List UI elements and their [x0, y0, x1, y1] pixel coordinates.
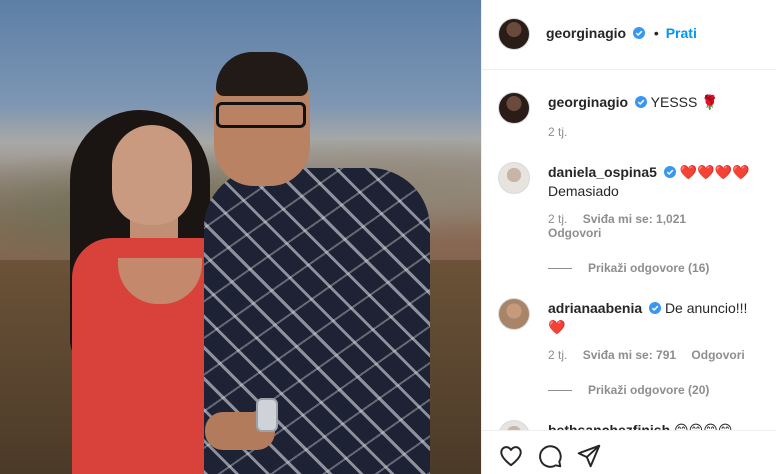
comment-icon[interactable]: [537, 443, 563, 469]
comment-text: adrianaabenia De anuncio!!! ❤️: [548, 299, 770, 337]
view-replies-button[interactable]: Prikaži odgovore (20): [548, 383, 709, 397]
photo-watch: [256, 398, 278, 432]
separator-dot: •: [653, 25, 659, 41]
comment-reply-button[interactable]: Odgovori: [548, 226, 601, 240]
share-icon[interactable]: [576, 443, 602, 469]
comment-meta: 2 tj. Sviđa mi se: 791 Odgovori: [548, 348, 745, 362]
post-photo[interactable]: [0, 0, 481, 474]
caption-time[interactable]: 2 tj.: [548, 125, 567, 139]
photo-woman-face: [112, 125, 192, 225]
comment-body-line2: Demasiado: [548, 183, 619, 199]
caption-username[interactable]: georginagio: [548, 94, 628, 110]
post-header: georginagio • Prati: [482, 0, 776, 70]
comment-text: daniela_ospina5 ❤️❤️❤️❤️ Demasiado: [548, 163, 770, 201]
comment-likes[interactable]: Sviđa mi se: 1,021: [583, 212, 686, 226]
view-replies-label: Prikaži odgovore (20): [588, 383, 710, 397]
caption-body: YESSS 🌹: [650, 94, 719, 110]
comment-body-inline: De anuncio!!!: [664, 300, 748, 316]
comment-avatar[interactable]: [498, 162, 530, 194]
view-replies-label: Prikaži odgovore (16): [588, 261, 710, 275]
comment-body-line2: ❤️: [548, 319, 566, 335]
verified-badge-icon: [633, 27, 646, 39]
action-bar: [482, 430, 776, 474]
comment-avatar[interactable]: [498, 298, 530, 330]
view-replies-button[interactable]: Prikaži odgovore (16): [548, 261, 709, 275]
comment-meta: 2 tj. Sviđa mi se: 1,021 Odgovori: [548, 212, 686, 240]
comment-likes[interactable]: Sviđa mi se: 791: [583, 348, 676, 362]
author-username[interactable]: georginagio: [546, 25, 626, 41]
heart-icon[interactable]: [498, 443, 524, 469]
caption-avatar[interactable]: [498, 92, 530, 124]
replies-divider: [548, 268, 572, 270]
comment-time[interactable]: 2 tj.: [548, 348, 567, 362]
verified-badge-icon: [649, 302, 662, 314]
photo-man-hair: [216, 52, 308, 96]
post-sidebar: georginagio • Prati georginagio YESSS 🌹 …: [481, 0, 776, 474]
verified-badge-icon: [635, 96, 648, 108]
author-avatar[interactable]: [498, 18, 530, 50]
comment-reply-button[interactable]: Odgovori: [691, 348, 744, 362]
post-header-line: georginagio • Prati: [546, 25, 697, 41]
verified-badge-icon: [663, 166, 676, 178]
follow-button[interactable]: Prati: [666, 25, 697, 41]
replies-divider: [548, 390, 572, 392]
comment-body-inline: ❤️❤️❤️❤️: [679, 164, 750, 180]
comment-username[interactable]: adrianaabenia: [548, 300, 642, 316]
caption-text: georginagio YESSS 🌹: [548, 93, 770, 112]
comment-time[interactable]: 2 tj.: [548, 212, 567, 226]
comment-username[interactable]: daniela_ospina5: [548, 164, 657, 180]
photo-man-glasses: [216, 102, 306, 128]
